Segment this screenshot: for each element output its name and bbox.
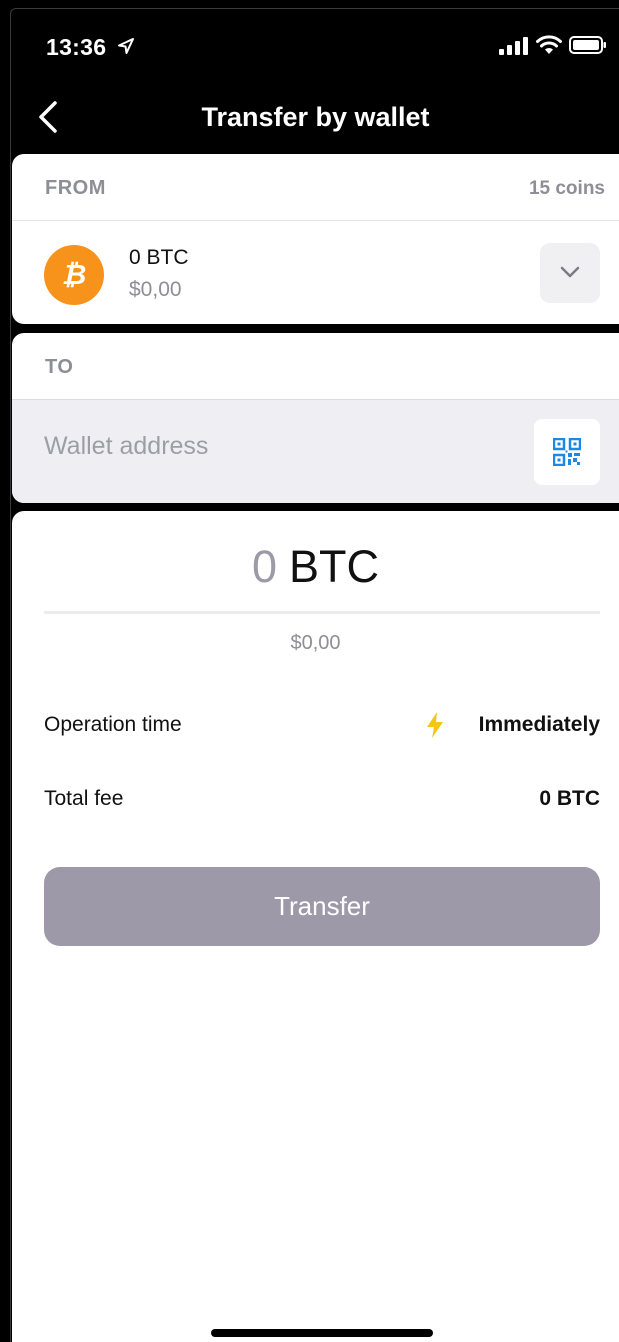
location-arrow-icon	[118, 38, 134, 54]
from-label: FROM	[45, 177, 106, 199]
status-bar: 13:36	[12, 8, 619, 78]
wallet-address-input[interactable]	[44, 432, 504, 461]
amount-divider	[44, 611, 600, 614]
bitcoin-symbol: ₿	[61, 259, 87, 290]
bitcoin-icon: ₿	[44, 245, 104, 305]
chevron-down-icon	[560, 266, 580, 278]
from-coin-amount: 0 BTC	[129, 246, 189, 269]
amount-value: 0	[251, 541, 278, 592]
transfer-button[interactable]: Transfer	[44, 867, 600, 946]
total-fee-label: Total fee	[44, 787, 124, 810]
coin-count: 15 coins	[528, 178, 605, 199]
lightning-bolt-icon	[427, 712, 443, 738]
amount-input[interactable]: 0 BTC	[12, 541, 619, 593]
coin-select-button[interactable]	[540, 243, 600, 303]
wifi-icon	[536, 35, 562, 54]
to-label: TO	[45, 356, 74, 378]
amount-unit: BTC	[289, 541, 380, 592]
to-header: TO	[12, 333, 619, 400]
amount-card: 0 BTC $0,00 Operation time Immediately To…	[12, 511, 619, 1342]
from-coin-fiat: $0,00	[129, 278, 182, 301]
battery-icon	[569, 36, 606, 54]
qr-scan-button[interactable]	[534, 419, 600, 485]
operation-time-value: Immediately	[478, 713, 600, 736]
total-fee-row: Total fee 0 BTC	[44, 785, 600, 815]
operation-time-label: Operation time	[44, 713, 182, 736]
cellular-signal-icon	[499, 37, 528, 55]
amount-fiat: $0,00	[290, 632, 341, 654]
wallet-address-row	[12, 400, 619, 503]
app-frame: 13:36 Transfer by wallet FROM 15 coins ₿…	[0, 0, 619, 1342]
nav-bar: Transfer by wallet	[12, 80, 619, 152]
from-header: FROM 15 coins	[12, 154, 619, 221]
to-card: TO	[12, 333, 619, 503]
from-card: FROM 15 coins ₿ 0 BTC $0,00	[12, 154, 619, 324]
home-indicator	[211, 1329, 433, 1337]
qr-code-icon	[553, 438, 581, 466]
total-fee-value: 0 BTC	[539, 787, 600, 810]
operation-time-row: Operation time Immediately	[44, 711, 600, 741]
status-time: 13:36	[46, 34, 107, 60]
page-title: Transfer by wallet	[201, 102, 430, 132]
